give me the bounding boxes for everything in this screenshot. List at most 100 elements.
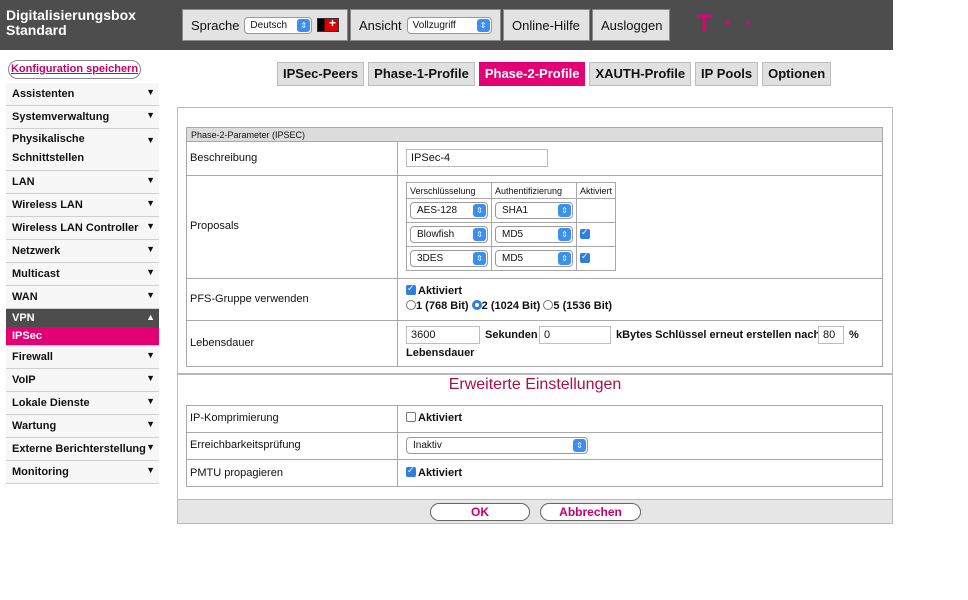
- select-arrow-icon: ⇕: [558, 252, 571, 265]
- sidebar-item-lan[interactable]: LAN ▼: [6, 171, 159, 194]
- brand-line1: Digitalisierungsbox: [6, 7, 136, 23]
- lifetime-value-cell: 3600 Sekunden 0 kBytes Schlüssel erneut …: [397, 321, 882, 366]
- sidebar-item-vpn[interactable]: VPN ▲: [6, 309, 159, 327]
- authentication-select-value: MD5: [502, 229, 524, 240]
- encryption-select[interactable]: Blowfish ⇕: [410, 226, 488, 243]
- authentication-select-value: MD5: [502, 253, 524, 264]
- ip-compression-option[interactable]: Aktiviert: [406, 412, 462, 424]
- header-encryption: Verschlüsselung: [406, 182, 492, 199]
- pfs-group-1-radio[interactable]: [406, 300, 416, 310]
- encryption-select[interactable]: 3DES ⇕: [410, 250, 488, 267]
- lifetime-seconds-input[interactable]: 3600: [406, 326, 480, 344]
- select-arrow-icon: ⇕: [297, 18, 311, 32]
- description-label: Beschreibung: [190, 152, 258, 164]
- proposal-enabled-checkbox[interactable]: [580, 251, 590, 263]
- encryption-select[interactable]: AES-128 ⇕: [410, 202, 488, 219]
- pfs-group-2-label: 2 (1024 Bit): [481, 300, 541, 312]
- sidebar-item-physikalische-schnittstellen[interactable]: Physikalische Schnittstellen ▼: [6, 129, 159, 171]
- sidebar-item-wireless-lan-controller[interactable]: Wireless LAN Controller ▼: [6, 217, 159, 240]
- authentication-select[interactable]: MD5 ⇕: [495, 250, 573, 267]
- sidebar-item-label: IPSec: [12, 330, 42, 342]
- lifetime-kbytes-input[interactable]: 0: [539, 326, 611, 344]
- sidebar-item-wartung[interactable]: Wartung ▼: [6, 415, 159, 438]
- tab-phase-2-profile[interactable]: Phase-2-Profile: [478, 62, 586, 86]
- chevron-down-icon: ▼: [146, 175, 155, 185]
- online-help-button[interactable]: Online-Hilfe: [503, 9, 590, 41]
- authentication-select[interactable]: SHA1 ⇕: [495, 202, 573, 219]
- renew-percent-input[interactable]: 80: [818, 326, 844, 344]
- authentication-select[interactable]: MD5 ⇕: [495, 226, 573, 243]
- phase2-parameters-section: Phase-2-Parameter (IPSEC) Beschreibung I…: [186, 127, 883, 367]
- proposals-header-row: Verschlüsselung Authentifizierung Aktivi…: [406, 182, 617, 199]
- chevron-down-icon: ▼: [146, 442, 155, 452]
- percent-sign: %: [849, 329, 859, 341]
- pfs-group-2-radio[interactable]: [471, 300, 482, 310]
- chevron-up-icon: ▲: [146, 312, 155, 322]
- brand-line2: Standard: [6, 22, 67, 38]
- sidebar-item-label: WAN: [12, 291, 38, 303]
- pmtu-row: PMTU propagieren Aktiviert: [187, 459, 882, 486]
- pfs-enabled-checkbox[interactable]: [406, 283, 416, 295]
- chevron-down-icon: ▼: [146, 135, 155, 145]
- select-arrow-icon: ⇕: [473, 252, 486, 265]
- sidebar-item-label: Assistenten: [12, 88, 75, 100]
- sidebar-item-assistenten[interactable]: Assistenten ▼: [6, 83, 159, 106]
- chevron-down-icon: ▼: [146, 221, 155, 231]
- language-select[interactable]: Deutsch ⇕: [244, 16, 313, 34]
- brand-title: Digitalisierungsbox Standard: [6, 8, 136, 38]
- sidebar-item-netzwerk[interactable]: Netzwerk ▼: [6, 240, 159, 263]
- sidebar-item-multicast[interactable]: Multicast ▼: [6, 263, 159, 286]
- pmtu-label: PMTU propagieren: [190, 467, 283, 479]
- tab-optionen[interactable]: Optionen: [762, 62, 832, 86]
- sidebar-item-label: LAN: [12, 176, 35, 188]
- language-flags-icon[interactable]: [317, 16, 339, 32]
- pmtu-value: Aktiviert: [418, 467, 463, 479]
- proposal-enabled-checkbox[interactable]: [580, 227, 590, 239]
- pfs-group-5-radio[interactable]: [543, 300, 554, 310]
- sidebar-item-wan[interactable]: WAN ▼: [6, 286, 159, 309]
- cancel-button[interactable]: Abbrechen: [540, 503, 641, 521]
- sidebar-item-ipsec[interactable]: IPSec: [6, 327, 159, 346]
- pfs-group-5-label: 5 (1536 Bit): [553, 300, 613, 312]
- description-row: Beschreibung IPSec-4: [187, 142, 882, 175]
- select-arrow-icon: ⇕: [558, 204, 571, 217]
- sidebar-item-firewall[interactable]: Firewall ▼: [6, 346, 159, 369]
- pfs-enabled-option[interactable]: Aktiviert: [406, 283, 462, 297]
- sidebar-item-systemverwaltung[interactable]: Systemverwaltung ▼: [6, 106, 159, 129]
- sidebar-item-label: VPN: [12, 312, 35, 324]
- ip-compression-value: Aktiviert: [418, 412, 463, 424]
- view-select[interactable]: Vollzugriff ⇕: [406, 16, 492, 34]
- sidebar-item-externe-berichterstellung[interactable]: Externe Berichterstellung ▼: [6, 438, 159, 461]
- sidebar-item-lokale-dienste[interactable]: Lokale Dienste ▼: [6, 392, 159, 415]
- description-input[interactable]: IPSec-4: [406, 149, 548, 167]
- pmtu-checkbox[interactable]: [406, 465, 416, 477]
- tab-phase-1-profile[interactable]: Phase-1-Profile: [368, 62, 475, 86]
- chevron-down-icon: ▼: [146, 267, 155, 277]
- reachability-check-select[interactable]: Inaktiv ⇕: [406, 437, 588, 454]
- tab-ipsec-peers[interactable]: IPSec-Peers: [277, 62, 365, 86]
- lifetime-row: Lebensdauer 3600 Sekunden 0 kBytes Schlü…: [187, 320, 882, 366]
- language-select-value: Deutsch: [250, 19, 288, 31]
- proposal-row: 3DES ⇕ MD5 ⇕: [406, 246, 617, 271]
- logout-button[interactable]: Ausloggen: [592, 9, 670, 41]
- encryption-select-value: AES-128: [417, 205, 458, 216]
- pmtu-option[interactable]: Aktiviert: [406, 465, 463, 479]
- tab-ip-pools[interactable]: IP Pools: [695, 62, 759, 86]
- sidebar-item-label: Multicast: [12, 268, 60, 280]
- ok-button[interactable]: OK: [430, 503, 530, 521]
- select-arrow-icon: ⇕: [473, 204, 486, 217]
- chevron-down-icon: ▼: [146, 350, 155, 360]
- sidebar-item-voip[interactable]: VoIP ▼: [6, 369, 159, 392]
- tab-xauth-profile[interactable]: XAUTH-Profile: [589, 62, 692, 86]
- pmtu-value-cell: Aktiviert: [397, 460, 882, 486]
- sidebar-item-wireless-lan[interactable]: Wireless LAN ▼: [6, 194, 159, 217]
- sidebar-item-monitoring[interactable]: Monitoring ▼: [6, 461, 159, 484]
- ip-compression-checkbox[interactable]: [406, 412, 416, 422]
- advanced-divider: [178, 373, 892, 375]
- top-header: Digitalisierungsbox Standard Sprache Deu…: [0, 0, 893, 50]
- save-configuration-button[interactable]: Konfiguration speichern: [8, 60, 141, 79]
- sidebar-item-label: Firewall: [12, 351, 53, 363]
- authentication-select-value: SHA1: [502, 205, 529, 216]
- chevron-down-icon: ▼: [146, 465, 155, 475]
- reachability-check-value-cell: Inaktiv ⇕: [397, 433, 882, 459]
